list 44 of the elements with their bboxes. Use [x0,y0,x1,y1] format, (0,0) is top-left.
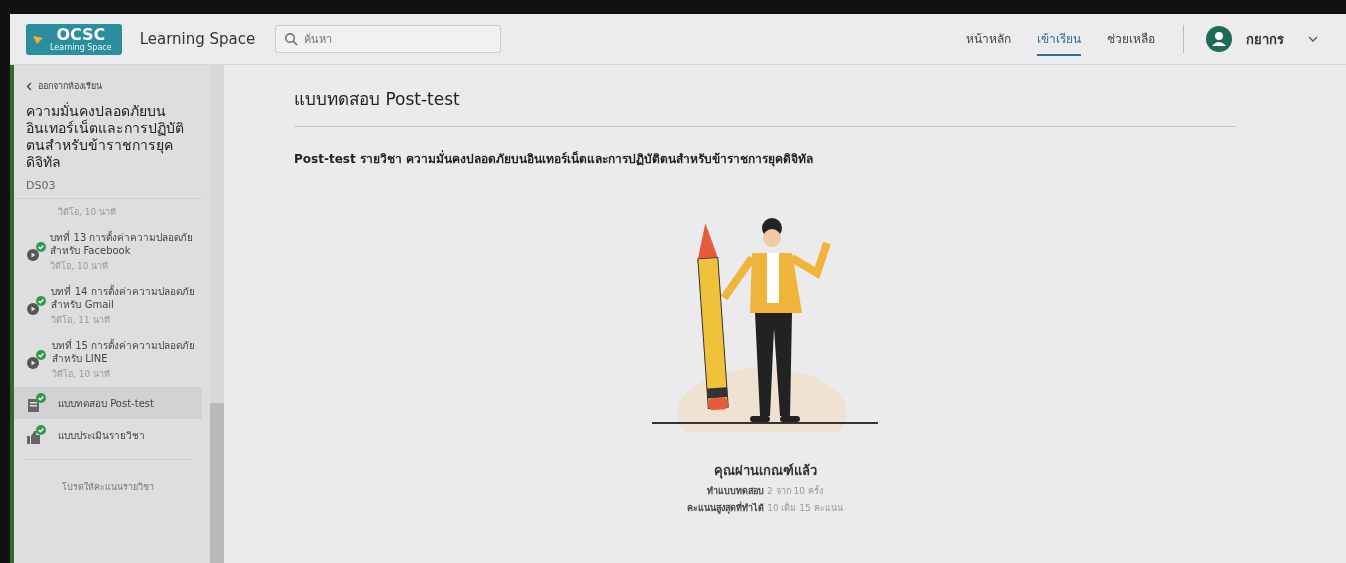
back-link[interactable]: ออกจากห้องเรียน [38,79,102,93]
result-heading: คุณผ่านเกณฑ์แล้ว [713,462,817,481]
logo-subtext: Learning Space [50,42,112,52]
lesson-item[interactable]: บทที่ 15 การตั้งค่าความปลอดภัยสำหรับ LINE วิดีโอ, 10 นาที [14,333,202,387]
search-icon [284,32,299,46]
nav-link[interactable]: เข้าเรียน [1037,22,1081,56]
play-icon [26,302,40,316]
course-title: ความมั่นคงปลอดภัยบนอินเทอร์เน็ตและการปฏิบัติตนสำหรับข้าราชการยุคดิจิทัล [26,103,185,171]
nav-link[interactable]: หน้าหลัก [966,22,1011,56]
page-title: แบบทดสอบ Post-test [294,88,461,111]
rating-note: โปรดให้คะแนนรายวิชา [61,481,155,494]
play-icon [26,248,40,262]
site-name: Learning Space [139,30,256,48]
quiz-description: Post-test รายวิชา ความมั่นคงปลอดภัยบนอินเทอร์เน็ตและการปฏิบัติตนสำหรับข้าราชการยุคดิจิทัล [294,149,814,168]
logo-icon [32,33,44,45]
logo[interactable]: OCSC Learning Space [26,23,122,55]
scrollbar[interactable] [210,65,224,563]
lesson-item[interactable]: แบบทดสอบ Post-test [14,387,202,419]
search-field[interactable]: ค้นหา [275,25,502,53]
caret-icon[interactable] [1308,36,1318,42]
lesson-duration: วิดีโอ, 10 นาที [51,368,111,381]
nav-link[interactable]: ช่วยเหลือ [1107,22,1155,56]
lesson-duration: วิดีโอ, 11 นาที [51,314,111,327]
document-icon [26,399,40,413]
lesson-duration: วิดีโอ, 10 นาที [50,260,110,273]
lesson-title: บทที่ 13 การตั้งค่าความปลอดภัยสำหรับ Facebook [50,231,195,257]
chevron-left-icon[interactable] [26,81,32,91]
lesson-title: แบบประเมินรายวิชา [58,428,145,442]
lesson-title: บทที่ 14 การตั้งค่าความปลอดภัยสำหรับ Gmail [51,285,196,311]
thumbs-up-icon [26,431,40,445]
lesson-duration: วิดีโอ, 10 นาที [58,206,117,219]
logo-text: OCSC [56,26,106,43]
lesson-title: แบบทดสอบ Post-test [58,396,154,410]
lesson-item[interactable]: แบบประเมินรายวิชา [14,419,202,451]
avatar-icon[interactable] [1206,26,1232,52]
scrollbar-thumb[interactable] [210,403,224,563]
lesson-title: บทที่ 15 การตั้งค่าความปลอดภัยสำหรับ LINE [51,339,196,365]
lesson-item[interactable]: บทที่ 14 การตั้งค่าความปลอดภัยสำหรับ Gmail วิดีโอ, 11 นาที [14,279,202,333]
user-name[interactable]: กยากร [1246,28,1284,50]
result-stat: คะแนนสูงสุดที่ทำได้ 10 เต็ม 15 คะแนน [687,501,843,515]
course-code: DS03 [26,179,57,192]
lesson-item[interactable]: บทที่ 13 การตั้งค่าความปลอดภัยสำหรับ Facebook วิดีโอ, 10 นาที [14,225,202,279]
play-icon [26,356,40,370]
result-stat: ทำแบบทดสอบ 2 จาก 10 ครั้ง [707,484,823,498]
